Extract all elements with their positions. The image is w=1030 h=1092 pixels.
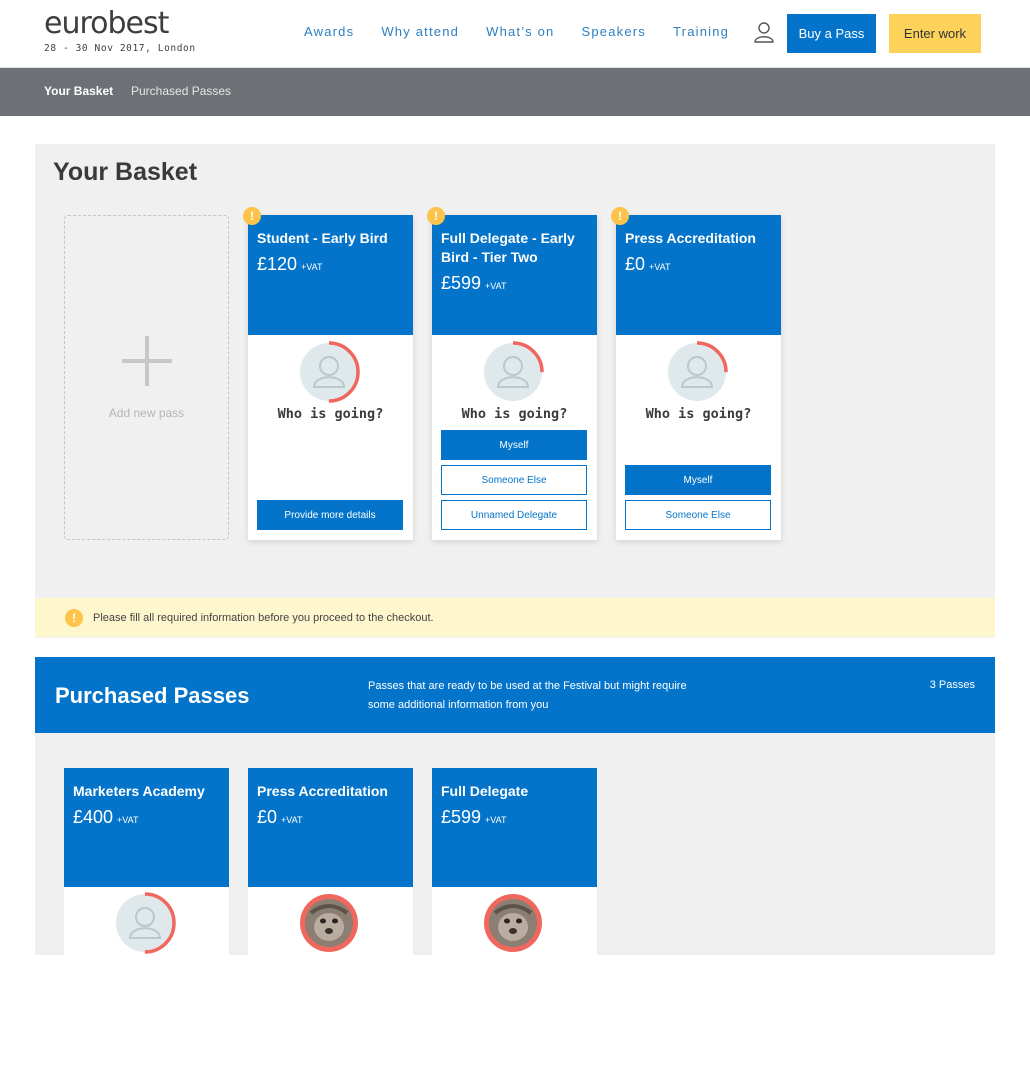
pass-name: Press Accreditation: [257, 783, 388, 799]
avatar-progress: [298, 341, 360, 403]
basket-section: Your Basket Add new pass Student - Early…: [35, 144, 995, 638]
card-header: Press Accreditation £0 +VAT: [248, 768, 413, 887]
card-body: [248, 887, 413, 1092]
warning-icon: !: [427, 207, 445, 225]
logo-text: eurobest: [44, 6, 169, 41]
who-is-going-label: Who is going?: [461, 406, 568, 422]
buy-pass-button[interactable]: Buy a Pass: [787, 14, 876, 53]
pass-price: £400 +VAT: [73, 807, 220, 828]
nav-whats-on[interactable]: What’s on: [486, 24, 554, 39]
pass-price: £599 +VAT: [441, 273, 588, 294]
vat-label: +VAT: [485, 815, 507, 825]
card-header: Full Delegate - Early Bird - Tier Two £5…: [432, 215, 597, 335]
nav-training[interactable]: Training: [673, 24, 729, 39]
pass-name: Marketers Academy: [73, 783, 205, 799]
vat-label: +VAT: [485, 281, 507, 291]
sub-nav: Your Basket Purchased Passes: [0, 68, 1030, 116]
price-value: £400: [73, 807, 114, 827]
checkout-notice: ! Please fill all required information b…: [35, 598, 995, 637]
vat-label: +VAT: [649, 262, 671, 272]
passes-count: 3 Passes: [929, 679, 975, 691]
card-body: [64, 887, 229, 1092]
myself-button[interactable]: Myself: [441, 430, 587, 460]
price-value: £599: [441, 273, 482, 293]
basket-card: Student - Early Bird £120 +VAT Who is goi…: [248, 215, 413, 540]
site-header: eurobest 28 - 30 Nov 2017, London Awards…: [0, 0, 1030, 68]
basket-card: Full Delegate - Early Bird - Tier Two £5…: [432, 215, 597, 540]
pass-price: £599 +VAT: [441, 807, 588, 828]
price-value: £120: [257, 254, 298, 274]
price-value: £599: [441, 807, 482, 827]
card-header: Student - Early Bird £120 +VAT: [248, 215, 413, 335]
price-value: £0: [257, 807, 278, 827]
card-body: Who is going? Myself Someone Else Unname…: [432, 335, 597, 540]
purchased-section: Marketers Academy £400 +VAT Press Accredi…: [35, 733, 995, 1092]
pass-name: Full Delegate: [441, 783, 529, 799]
pass-price: £120 +VAT: [257, 254, 404, 275]
card-body: Who is going? Provide more details: [248, 335, 413, 540]
nav-why-attend[interactable]: Why attend: [381, 24, 459, 39]
card-body: [432, 887, 597, 1092]
warning-icon: !: [611, 207, 629, 225]
vat-label: +VAT: [301, 262, 323, 272]
subnav-your-basket[interactable]: Your Basket: [44, 84, 113, 98]
someone-else-button[interactable]: Someone Else: [625, 500, 771, 530]
vat-label: +VAT: [117, 815, 139, 825]
enter-work-button[interactable]: Enter work: [889, 14, 981, 53]
warning-icon: !: [243, 207, 261, 225]
avatar-progress: [114, 892, 176, 954]
purchased-description: Passes that are ready to be used at the …: [368, 680, 687, 711]
main-nav: Awards Why attend What’s on Speakers Tra…: [304, 24, 756, 39]
avatar-progress: [666, 341, 728, 403]
subnav-purchased-passes[interactable]: Purchased Passes: [131, 84, 231, 98]
pass-name: Full Delegate - Early Bird - Tier Two: [441, 230, 575, 265]
basket-card: Press Accreditation £0 +VAT Who is going?…: [616, 215, 781, 540]
nav-speakers[interactable]: Speakers: [581, 24, 646, 39]
pass-name: Student - Early Bird: [257, 230, 388, 246]
provide-details-button[interactable]: Provide more details: [257, 500, 403, 530]
avatar-photo: [484, 894, 542, 952]
user-icon[interactable]: [754, 21, 774, 43]
plus-icon: [122, 336, 172, 386]
purchased-card[interactable]: Full Delegate £599 +VAT: [432, 768, 597, 1092]
notice-text: Please fill all required information bef…: [93, 612, 434, 624]
pass-price: £0 +VAT: [257, 807, 404, 828]
card-header: Full Delegate £599 +VAT: [432, 768, 597, 887]
card-body: Who is going? Myself Someone Else: [616, 335, 781, 540]
purchased-card[interactable]: Marketers Academy £400 +VAT: [64, 768, 229, 1092]
avatar-photo: [300, 894, 358, 952]
pass-price: £0 +VAT: [625, 254, 772, 275]
unnamed-delegate-button[interactable]: Unnamed Delegate: [441, 500, 587, 530]
vat-label: +VAT: [281, 815, 303, 825]
nav-awards[interactable]: Awards: [304, 24, 354, 39]
price-value: £0: [625, 254, 646, 274]
purchased-card[interactable]: Press Accreditation £0 +VAT: [248, 768, 413, 1092]
purchased-header: Purchased Passes Passes that are ready t…: [35, 657, 995, 733]
who-is-going-label: Who is going?: [645, 406, 752, 422]
myself-button[interactable]: Myself: [625, 465, 771, 495]
logo[interactable]: eurobest 28 - 30 Nov 2017, London: [44, 6, 196, 55]
someone-else-button[interactable]: Someone Else: [441, 465, 587, 495]
pass-name: Press Accreditation: [625, 230, 756, 246]
who-is-going-label: Who is going?: [277, 406, 384, 422]
logo-subtitle: 28 - 30 Nov 2017, London: [44, 43, 196, 54]
avatar-progress: [482, 341, 544, 403]
card-header: Press Accreditation £0 +VAT: [616, 215, 781, 335]
add-new-pass-label: Add new pass: [108, 406, 185, 420]
add-new-pass-card[interactable]: Add new pass: [64, 215, 229, 540]
purchased-title: Purchased Passes: [55, 683, 250, 708]
card-header: Marketers Academy £400 +VAT: [64, 768, 229, 887]
warning-icon: !: [65, 609, 83, 627]
basket-title: Your Basket: [53, 158, 198, 186]
